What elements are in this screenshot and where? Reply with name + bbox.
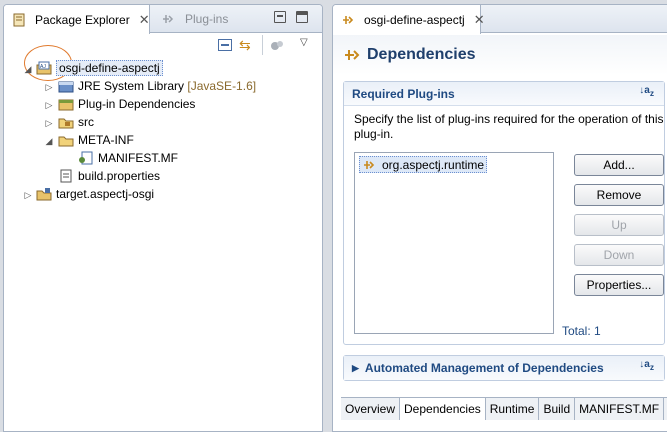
remove-button[interactable]: Remove xyxy=(574,184,664,206)
required-plugins-title-bar: Required Plug-ins ↓az xyxy=(344,82,664,106)
manifest-file-icon xyxy=(78,151,94,165)
plug-in-icon xyxy=(160,12,176,26)
automated-management-title-bar[interactable]: ▶ Automated Management of Dependencies ↓… xyxy=(344,356,664,380)
collapse-all-icon[interactable] xyxy=(218,39,232,51)
tab-plug-ins[interactable]: Plug-ins xyxy=(152,5,252,33)
tree-item-target[interactable]: target.aspectj-osgi xyxy=(36,185,154,203)
tree-item-plugin-dependencies[interactable]: Plug-in Dependencies xyxy=(58,95,195,113)
tree-item-jre[interactable]: JRE System Library [JavaSE-1.6] xyxy=(58,77,256,95)
build-properties-label: build.properties xyxy=(78,169,161,183)
project-icon xyxy=(36,187,52,201)
collapsed-twisty-icon[interactable]: ▷ xyxy=(44,100,54,110)
collapsed-twisty-icon[interactable]: ▷ xyxy=(44,118,54,128)
add-button[interactable]: Add... xyxy=(574,154,664,176)
tree-item-src[interactable]: src xyxy=(58,113,94,131)
down-button[interactable]: Down xyxy=(574,244,664,266)
required-plugins-section: Required Plug-ins ↓az Specify the list o… xyxy=(343,81,665,345)
page-tab-dependencies[interactable]: Dependencies xyxy=(400,398,486,420)
required-plugins-title: Required Plug-ins xyxy=(352,86,455,101)
tab-package-explorer[interactable]: Package Explorer ✕ xyxy=(4,5,150,34)
page-tab-build[interactable]: Build xyxy=(539,398,576,420)
editor-tab-bar: osgi-define-aspectj ✕ xyxy=(333,5,667,34)
filter-icon[interactable] xyxy=(270,39,284,51)
page-title: Dependencies xyxy=(367,46,476,63)
dependencies-icon xyxy=(343,46,363,64)
up-button[interactable]: Up xyxy=(574,214,664,236)
plugin-dependencies-label: Plug-in Dependencies xyxy=(78,97,196,111)
package-explorer-icon xyxy=(12,13,26,27)
tree-item-build-properties[interactable]: build.properties xyxy=(58,167,160,185)
aspectj-project-icon: AJ xyxy=(36,61,52,75)
jre-label: JRE System Library xyxy=(78,79,185,93)
sort-icon[interactable]: ↓az xyxy=(639,85,654,98)
tree-item-meta-inf[interactable]: META-INF xyxy=(58,131,134,149)
total-count: Total: 1 xyxy=(562,324,601,338)
target-label: target.aspectj-osgi xyxy=(56,187,155,201)
close-icon[interactable]: ✕ xyxy=(139,12,150,28)
editor-tab-label: osgi-define-aspectj xyxy=(364,12,465,27)
folder-icon xyxy=(58,133,74,147)
collapsed-twisty-icon[interactable]: ▷ xyxy=(23,190,33,200)
automated-management-section[interactable]: ▶ Automated Management of Dependencies ↓… xyxy=(343,355,665,381)
manifest-editor: osgi-define-aspectj ✕ Dependencies Requi… xyxy=(332,4,667,432)
tree-item-manifest[interactable]: MANIFEST.MF xyxy=(78,149,178,167)
collapsed-twisty-icon[interactable]: ▶ xyxy=(352,363,359,374)
required-plugins-description: Specify the list of plug-ins required fo… xyxy=(354,112,664,141)
toolbar-separator xyxy=(262,35,263,55)
page-tab-overview[interactable]: Overview xyxy=(341,398,401,420)
maximize-icon[interactable] xyxy=(296,11,308,23)
list-item[interactable]: org.aspectj.runtime xyxy=(359,156,488,173)
page-tab-manifest[interactable]: MANIFEST.MF xyxy=(575,398,665,420)
page-tab-runtime[interactable]: Runtime xyxy=(485,398,540,420)
properties-button[interactable]: Properties... xyxy=(574,274,664,296)
minimize-icon[interactable] xyxy=(274,11,286,23)
automated-management-title: Automated Management of Dependencies xyxy=(364,361,604,375)
form-header: Dependencies xyxy=(333,35,667,75)
jre-version-decoration: [JavaSE-1.6] xyxy=(187,79,257,93)
editor-page-tabs: Overview Dependencies Runtime Build MANI… xyxy=(341,397,667,420)
plug-in-manifest-icon xyxy=(341,13,355,27)
tab-plug-ins-label: Plug-ins xyxy=(185,12,229,26)
editor-tab[interactable]: osgi-define-aspectj ✕ xyxy=(333,5,485,34)
properties-file-icon xyxy=(58,169,74,183)
package-explorer-view: Package Explorer ✕ Plug-ins ⇆ ▽ ◢ AJ osg… xyxy=(3,4,323,432)
sort-icon[interactable]: ↓az xyxy=(639,359,654,372)
view-tab-bar: Package Explorer ✕ Plug-ins xyxy=(4,5,322,34)
tab-package-explorer-label: Package Explorer xyxy=(35,12,130,27)
link-with-editor-icon[interactable]: ⇆ xyxy=(239,37,251,54)
expanded-twisty-icon[interactable]: ◢ xyxy=(23,64,33,74)
library-icon xyxy=(58,79,74,93)
close-icon[interactable]: ✕ xyxy=(474,12,485,28)
collapsed-twisty-icon[interactable]: ▷ xyxy=(44,82,54,92)
src-label: src xyxy=(78,115,94,129)
library-icon xyxy=(58,97,74,111)
plug-in-icon xyxy=(362,158,378,172)
required-plugins-list[interactable]: org.aspectj.runtime xyxy=(354,152,554,334)
manifest-label: MANIFEST.MF xyxy=(98,151,178,165)
project-label: osgi-define-aspectj xyxy=(56,60,163,76)
svg-text:AJ: AJ xyxy=(40,64,46,70)
expanded-twisty-icon[interactable]: ◢ xyxy=(44,136,54,146)
tree-item-project[interactable]: AJ osgi-define-aspectj xyxy=(36,59,163,77)
source-folder-icon xyxy=(58,115,74,129)
meta-inf-label: META-INF xyxy=(78,133,134,147)
view-menu-icon[interactable]: ▽ xyxy=(300,37,308,48)
list-item-label: org.aspectj.runtime xyxy=(382,157,485,172)
